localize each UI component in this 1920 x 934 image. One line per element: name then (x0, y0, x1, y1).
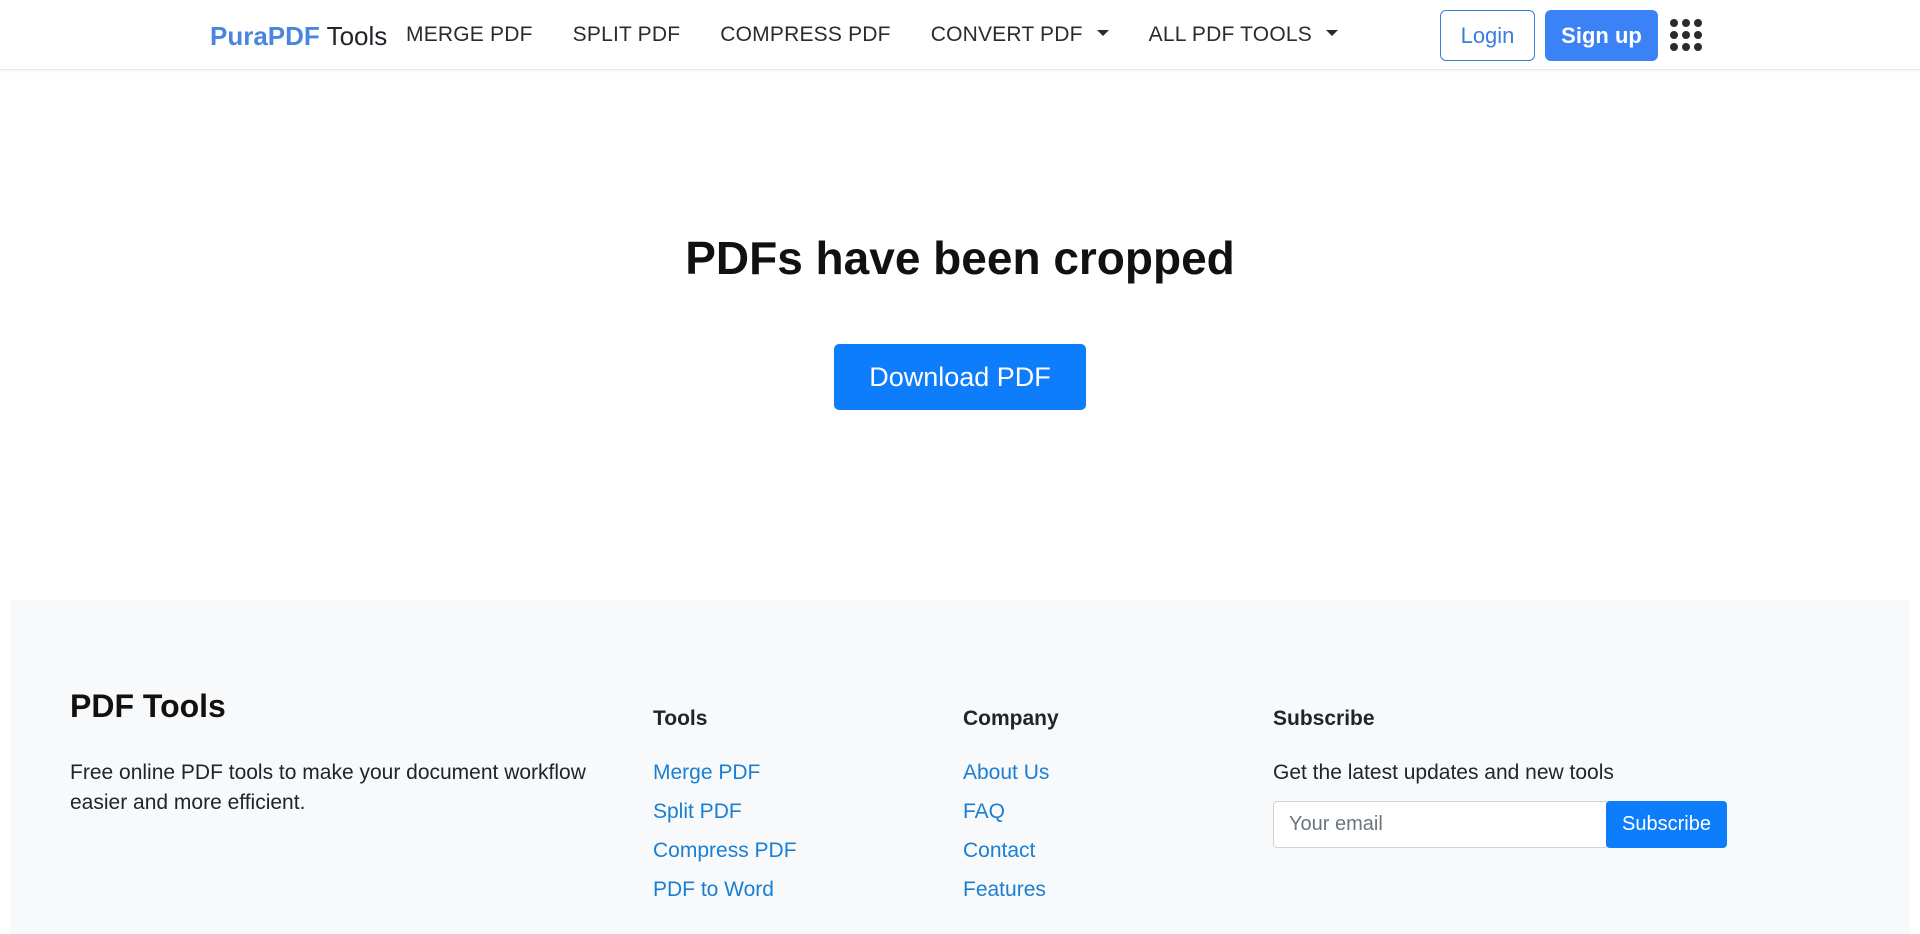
email-field[interactable] (1273, 801, 1607, 848)
footer-subscribe-heading: Subscribe (1273, 707, 1375, 730)
nav-convert-pdf-dropdown[interactable]: CONVERT PDF (931, 23, 1109, 47)
brand-name-accent: PuraPDF (210, 21, 320, 51)
footer-link-pdf-to-word[interactable]: PDF to Word (653, 875, 797, 905)
top-navbar: PuraPDF Tools MERGE PDF SPLIT PDF COMPRE… (0, 0, 1920, 70)
footer-link-compress-pdf[interactable]: Compress PDF (653, 836, 797, 866)
subscribe-description: Get the latest updates and new tools (1273, 761, 1614, 784)
signup-button[interactable]: Sign up (1545, 10, 1658, 61)
page-title: PDFs have been cropped (685, 232, 1235, 284)
grid-dots-icon[interactable] (1670, 19, 1702, 51)
footer-subscribe-column: Subscribe Get the latest updates and new… (1273, 704, 1727, 848)
footer-tools-heading: Tools (653, 707, 708, 730)
footer-company-heading: Company (963, 707, 1059, 730)
caret-down-icon (1096, 30, 1109, 36)
nav-convert-pdf-label: CONVERT PDF (930, 23, 1083, 46)
nav-compress-pdf[interactable]: COMPRESS PDF (720, 23, 890, 47)
footer-link-faq[interactable]: FAQ (963, 797, 1059, 827)
nav-split-pdf[interactable]: SPLIT PDF (573, 23, 681, 47)
footer-link-merge-pdf[interactable]: Merge PDF (653, 758, 797, 788)
nav-all-pdf-tools-dropdown[interactable]: ALL PDF TOOLS (1149, 23, 1338, 47)
subscribe-form: Subscribe (1273, 801, 1727, 848)
footer-description: Free online PDF tools to make your docum… (70, 761, 586, 814)
footer-link-split-pdf[interactable]: Split PDF (653, 797, 797, 827)
main-nav: MERGE PDF SPLIT PDF COMPRESS PDF CONVERT… (406, 0, 1338, 70)
nav-all-pdf-tools-label: ALL PDF TOOLS (1148, 23, 1312, 46)
footer-tools-column: Tools Merge PDF Split PDF Compress PDF P… (653, 704, 797, 914)
footer-link-contact[interactable]: Contact (963, 836, 1059, 866)
site-footer: PDF Tools Free online PDF tools to make … (10, 600, 1910, 934)
nav-merge-pdf-label: MERGE PDF (406, 23, 533, 46)
download-pdf-button[interactable]: Download PDF (834, 344, 1086, 410)
nav-split-pdf-label: SPLIT PDF (572, 23, 681, 46)
nav-compress-pdf-label: COMPRESS PDF (720, 23, 891, 46)
brand-logo-link[interactable]: PuraPDF Tools (210, 18, 387, 54)
subscribe-button[interactable]: Subscribe (1606, 801, 1727, 848)
footer-link-features[interactable]: Features (963, 875, 1059, 905)
login-button[interactable]: Login (1440, 10, 1535, 61)
footer-brand-title: PDF Tools (70, 688, 226, 724)
footer-link-about-us[interactable]: About Us (963, 758, 1059, 788)
brand-name-rest: Tools (326, 21, 388, 51)
nav-merge-pdf[interactable]: MERGE PDF (406, 23, 533, 47)
caret-down-icon (1325, 30, 1338, 36)
footer-company-column: Company About Us FAQ Contact Features (963, 704, 1059, 914)
